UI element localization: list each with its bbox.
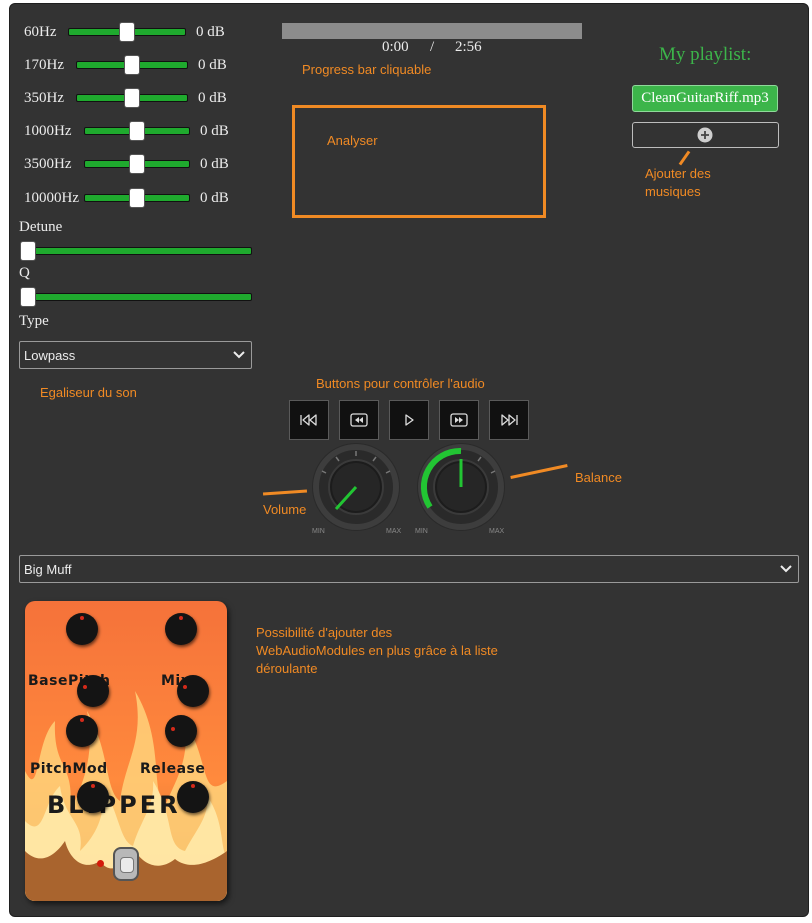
wam-select-value: Big Muff: [24, 562, 72, 577]
eq-slider-thumb[interactable]: [129, 154, 145, 174]
wam-annotation-line1: Possibilité d'ajouter des: [256, 625, 393, 640]
duration: 2:56: [455, 39, 482, 55]
pitchmod-label: PitchMod: [30, 761, 108, 777]
time-separator: /: [430, 39, 435, 55]
footswitch-cap: [120, 857, 134, 873]
release-label: Release: [140, 761, 206, 777]
detune-slider-thumb[interactable]: [20, 241, 36, 261]
play-icon: [405, 414, 414, 426]
playlist-title: My playlist:: [659, 44, 752, 65]
rewind-icon: [350, 413, 368, 427]
pedal-knob-bottom-right[interactable]: [177, 781, 209, 813]
analyser-label: Analyser: [327, 133, 378, 148]
volume-knob-graphic: [312, 443, 400, 531]
balance-min-label: MIN: [415, 528, 428, 535]
eq-band-value: 0 dB: [198, 90, 227, 106]
current-time: 0:00: [382, 39, 409, 55]
progress-annotation: Progress bar cliquable: [302, 62, 432, 77]
basepitch-knob[interactable]: [77, 675, 109, 707]
add-music-annotation-line2: musiques: [645, 184, 701, 199]
led-indicator: [97, 860, 104, 867]
volume-min-label: MIN: [312, 528, 325, 535]
q-slider[interactable]: [20, 293, 252, 301]
q-label: Q: [19, 265, 30, 281]
eq-band-label: 60Hz: [24, 24, 57, 40]
pitchmod-knob[interactable]: [66, 715, 98, 747]
progress-bar[interactable]: [282, 23, 582, 39]
play-button[interactable]: [389, 400, 429, 440]
eq-band-value: 0 dB: [198, 57, 227, 73]
type-label: Type: [19, 313, 49, 329]
volume-annotation: Volume: [263, 502, 307, 517]
skip-to-end-button[interactable]: [489, 400, 529, 440]
equalizer-annotation: Egaliseur du son: [40, 385, 137, 400]
eq-slider-thumb[interactable]: [129, 188, 145, 208]
plus-icon: [697, 127, 713, 143]
release-knob[interactable]: [165, 715, 197, 747]
skip-to-start-button[interactable]: [289, 400, 329, 440]
balance-max-label: MAX: [489, 528, 505, 535]
chevron-down-icon: [233, 351, 245, 359]
fast-forward-button[interactable]: [439, 400, 479, 440]
detune-label: Detune: [19, 219, 63, 235]
eq-band-label: 3500Hz: [24, 156, 72, 172]
wam-annotation-line2: WebAudioModules en plus grâce à la liste: [256, 643, 498, 658]
chevron-down-icon: [780, 565, 792, 573]
eq-slider-thumb[interactable]: [119, 22, 135, 42]
eq-band-value: 0 dB: [200, 156, 229, 172]
pedal-knob-top-right[interactable]: [165, 613, 197, 645]
wam-select[interactable]: Big Muff: [19, 555, 799, 583]
buttons-annotation: Buttons pour contrôler l'audio: [316, 376, 485, 391]
fast-forward-icon: [450, 413, 468, 427]
filter-type-value: Lowpass: [24, 348, 76, 363]
filter-type-select[interactable]: Lowpass: [19, 341, 252, 369]
playlist-track[interactable]: CleanGuitarRiff.mp3: [632, 85, 778, 112]
detune-slider[interactable]: [20, 247, 252, 255]
q-slider-thumb[interactable]: [20, 287, 36, 307]
eq-band-label: 170Hz: [24, 57, 64, 73]
volume-knob[interactable]: MIN MAX: [308, 443, 404, 539]
balance-annotation: Balance: [575, 470, 622, 485]
add-music-annotation-line1: Ajouter des: [645, 166, 711, 181]
pedal-knob-bottom-left[interactable]: [77, 781, 109, 813]
skip-to-start-icon: [300, 414, 317, 426]
skip-to-end-icon: [501, 414, 518, 426]
volume-max-label: MAX: [386, 528, 402, 535]
eq-band-label: 1000Hz: [24, 123, 72, 139]
pedal-name: BLIPPER: [47, 791, 181, 819]
analyser-canvas: Analyser: [292, 105, 546, 218]
wam-annotation-line3: déroulante: [256, 661, 318, 676]
eq-band-label: 350Hz: [24, 90, 64, 106]
pedal-knob-top-left[interactable]: [66, 613, 98, 645]
eq-slider-thumb[interactable]: [124, 55, 140, 75]
rewind-button[interactable]: [339, 400, 379, 440]
add-music-button[interactable]: [632, 122, 779, 148]
eq-slider-thumb[interactable]: [124, 88, 140, 108]
blipper-pedal: BasePitch Mix PitchMod Release BLIPPER: [25, 601, 227, 901]
footswitch[interactable]: [113, 847, 139, 881]
eq-band-label: 10000Hz: [24, 190, 79, 206]
eq-band-value: 0 dB: [200, 123, 229, 139]
mix-knob[interactable]: [177, 675, 209, 707]
eq-band-value: 0 dB: [196, 24, 225, 40]
balance-knob-graphic: [417, 443, 505, 531]
eq-slider-thumb[interactable]: [129, 121, 145, 141]
eq-band-value: 0 dB: [200, 190, 229, 206]
balance-knob[interactable]: MIN MAX: [413, 443, 509, 539]
